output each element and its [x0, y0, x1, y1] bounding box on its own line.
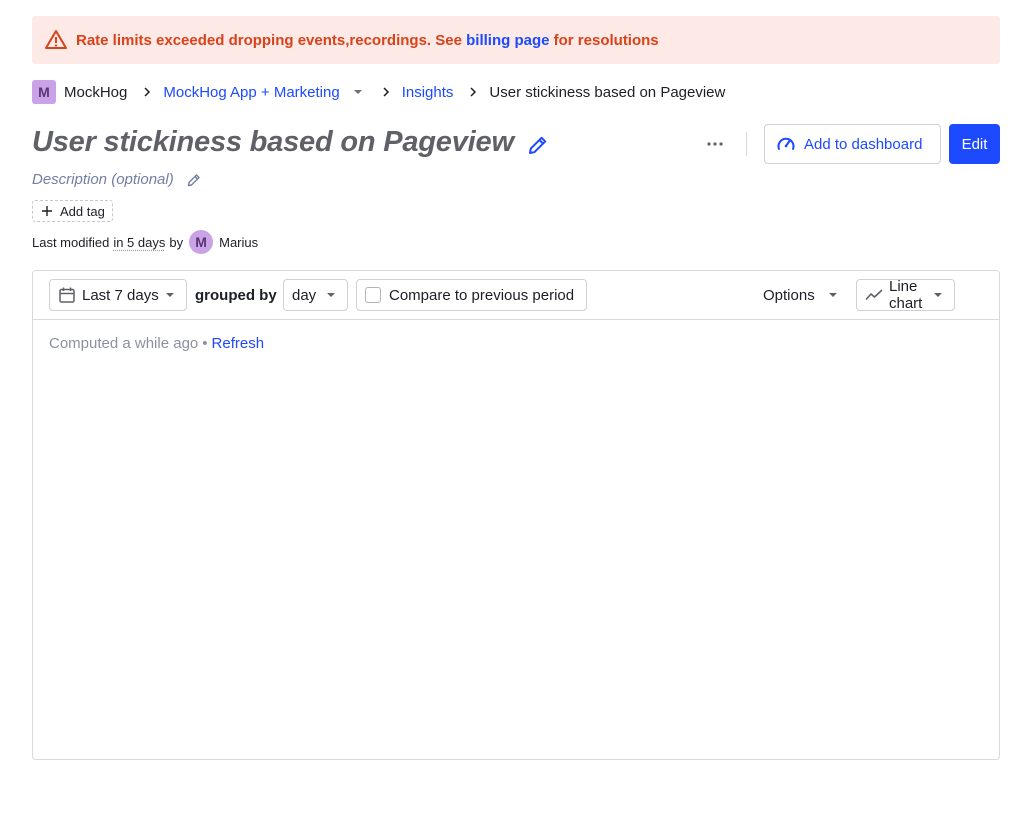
last-modified-by: by	[169, 234, 184, 250]
calendar-icon	[58, 286, 76, 304]
insight-toolbar: Last 7 days grouped by day Compare to pr…	[33, 271, 999, 320]
status-separator: •	[202, 335, 208, 352]
org-avatar[interactable]: M	[32, 80, 56, 104]
add-to-dashboard-button[interactable]: Add to dashboard	[764, 124, 941, 164]
breadcrumb-project[interactable]: MockHog App + Marketing	[163, 84, 339, 101]
interval-value: day	[292, 286, 317, 304]
plus-icon	[41, 205, 53, 217]
breadcrumb-current: User stickiness based on Pageview	[489, 83, 726, 101]
options-label: Options	[763, 286, 815, 304]
checkbox[interactable]	[365, 287, 381, 303]
pencil-icon[interactable]	[526, 133, 550, 157]
edit-button[interactable]: Edit	[949, 124, 1000, 164]
last-modified-info: Last modified in 5 days by M Marius	[32, 230, 258, 254]
date-range-select[interactable]: Last 7 days	[49, 279, 187, 311]
options-dropdown[interactable]: Options	[763, 279, 839, 311]
alert-text-prefix: Rate limits exceeded dropping events,rec…	[76, 31, 467, 49]
date-range-value: Last 7 days	[82, 286, 159, 304]
dashboard-gauge-icon	[776, 134, 796, 154]
rate-limit-alert: Rate limits exceeded dropping events,rec…	[32, 16, 1000, 64]
alert-text-suffix: for resolutions	[549, 31, 659, 49]
chevron-right-icon	[465, 84, 481, 100]
last-modified-time: in 5 days	[113, 234, 166, 250]
breadcrumb-insights[interactable]: Insights	[402, 84, 454, 101]
add-tag-button[interactable]: Add tag	[32, 200, 113, 222]
chevron-right-icon	[139, 84, 155, 100]
alert-message: Rate limits exceeded dropping events,rec…	[76, 32, 659, 49]
compare-label: Compare to previous period	[389, 286, 575, 304]
caret-down-icon	[932, 289, 944, 301]
compare-previous-checkbox[interactable]: Compare to previous period	[356, 279, 587, 311]
user-name: Marius	[219, 234, 259, 250]
caret-down-icon[interactable]	[350, 84, 366, 100]
billing-page-link[interactable]: billing page	[466, 32, 549, 49]
grouped-by-label: grouped by	[195, 287, 277, 304]
description-field[interactable]: Description (optional)	[32, 171, 174, 188]
pencil-icon[interactable]	[186, 172, 202, 188]
toolbar-divider	[746, 132, 747, 156]
more-options-icon[interactable]	[702, 132, 728, 156]
chart-type-value: Line chart	[889, 278, 923, 312]
warning-icon	[44, 28, 68, 52]
caret-down-icon	[827, 289, 839, 301]
line-chart-icon	[865, 286, 883, 304]
computed-status: Computed a while ago • Refresh	[49, 335, 264, 352]
computed-text: Computed a while ago	[49, 335, 199, 352]
chevron-right-icon	[378, 84, 394, 100]
add-tag-label: Add tag	[60, 203, 105, 219]
insight-card: Last 7 days grouped by day Compare to pr…	[32, 270, 1000, 760]
breadcrumb-org[interactable]: MockHog	[64, 84, 127, 101]
last-modified-prefix: Last modified	[32, 234, 110, 250]
refresh-link[interactable]: Refresh	[212, 335, 265, 352]
caret-down-icon	[325, 289, 337, 301]
caret-down-icon	[164, 289, 176, 301]
add-to-dashboard-label: Add to dashboard	[804, 135, 923, 153]
breadcrumb: M MockHog MockHog App + Marketing Insigh…	[32, 80, 725, 104]
user-avatar: M	[189, 230, 214, 254]
insight-title[interactable]: User stickiness based on Pageview	[32, 126, 514, 159]
chart-type-select[interactable]: Line chart	[856, 278, 955, 312]
interval-select[interactable]: day	[283, 279, 348, 311]
